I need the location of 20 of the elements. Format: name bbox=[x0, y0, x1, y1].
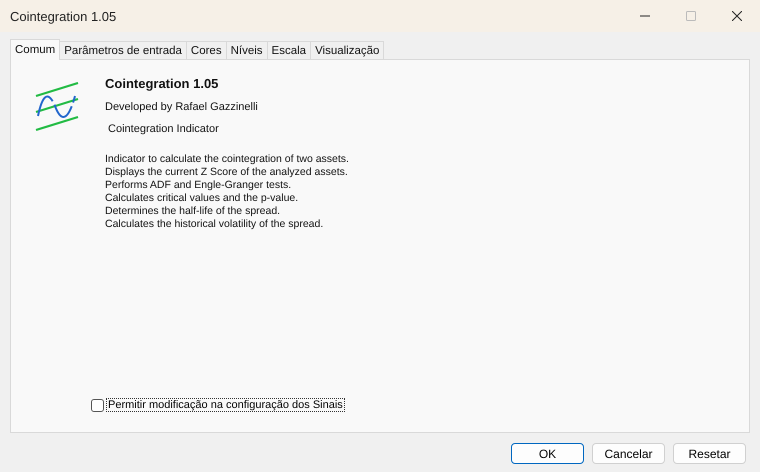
wave-logo-icon bbox=[35, 82, 81, 132]
description-line: Determines the half-life of the spread. bbox=[105, 205, 282, 218]
description-line: Calculates the historical volatility of the spread. bbox=[105, 218, 324, 231]
checkbox[interactable] bbox=[91, 398, 104, 412]
window-title: Cointegration 1.05 bbox=[10, 8, 118, 24]
checkbox-label[interactable]: Permitir modificação na configuração dos Sinais bbox=[106, 398, 345, 412]
tab[interactable]: Comum bbox=[10, 39, 60, 60]
close-icon bbox=[732, 11, 742, 21]
description-line: Indicator to calculate the cointegration of two assets. bbox=[105, 153, 349, 166]
author-text: Developed by Rafael Gazzinelli bbox=[105, 101, 259, 113]
dialog-button[interactable]: Cancelar bbox=[592, 443, 665, 464]
subtitle-text: Cointegration Indicator bbox=[107, 123, 220, 135]
dialog-button[interactable]: Resetar bbox=[673, 443, 746, 464]
description-line: Calculates critical values and the p-value. bbox=[105, 192, 300, 205]
indicator-name: Cointegration 1.05 bbox=[105, 76, 220, 91]
dialog-button[interactable]: OK bbox=[511, 443, 584, 464]
description-line: Performs ADF and Engle-Granger tests. bbox=[105, 179, 292, 192]
description-line: Displays the current Z Score of the analyzed assets. bbox=[105, 166, 349, 179]
maximize-icon bbox=[686, 11, 696, 21]
tab[interactable]: Visualização bbox=[310, 41, 384, 60]
